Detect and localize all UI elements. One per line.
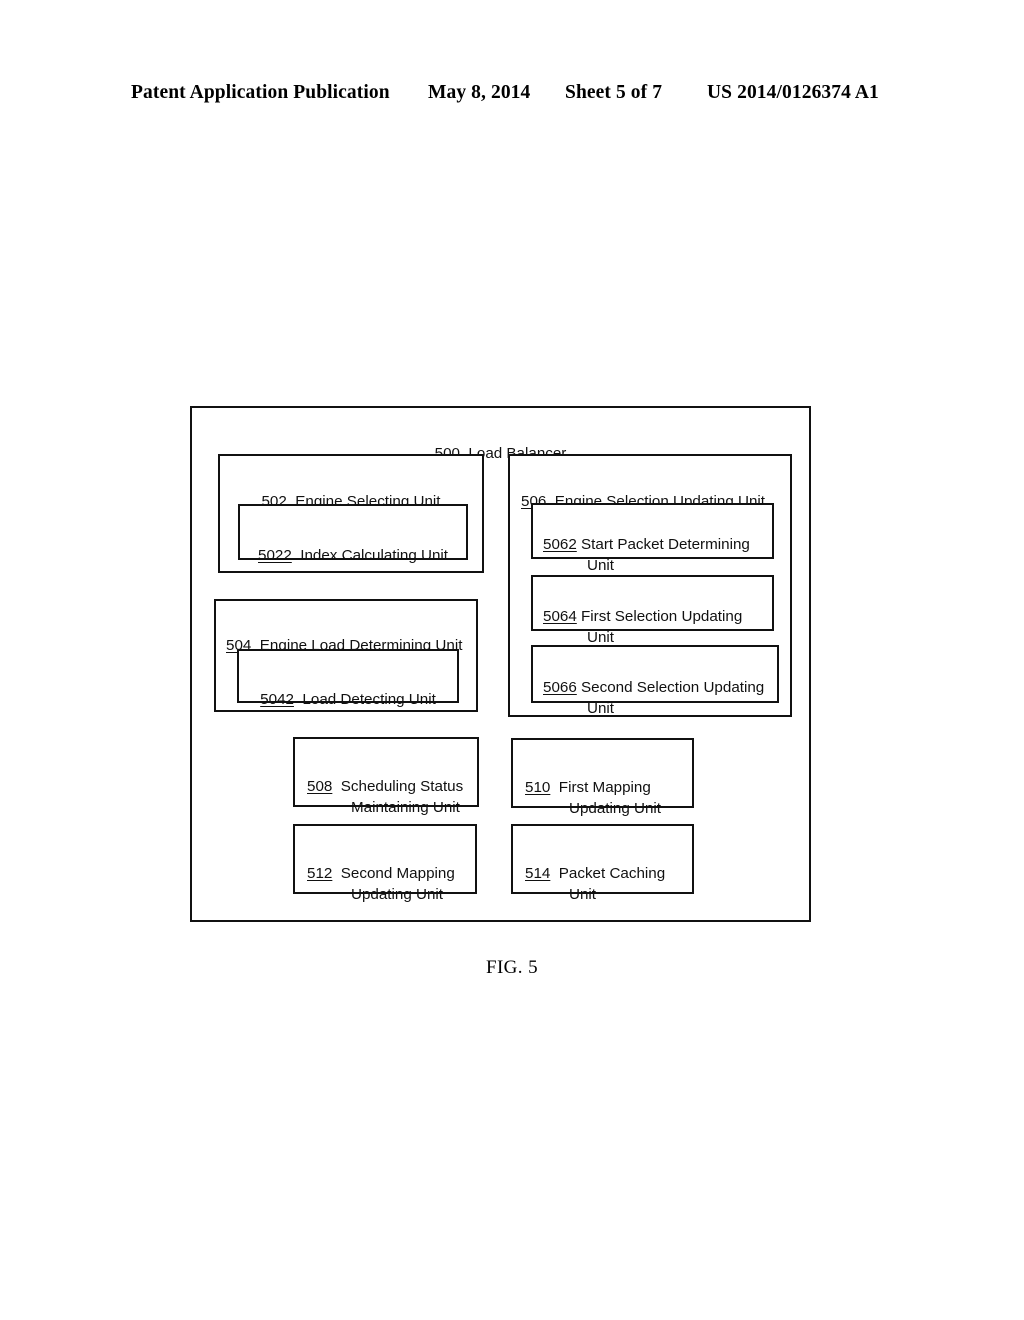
block-engine-selection-updating-unit: 506 Engine Selection Updating Unit 5062 … <box>508 454 792 717</box>
block-second-mapping-updating-unit: 512 Second Mapping Updating Unit <box>293 824 477 903</box>
ref-number-5062: 5062 <box>543 535 577 553</box>
block-scheduling-status-maintaining-unit: 508 Scheduling Status Maintaining Unit <box>293 737 479 816</box>
label-text-514-line2: Unit <box>569 886 597 903</box>
label-text-512-line2: Updating Unit <box>351 886 444 903</box>
label-text-5022: Index Calculating Unit <box>300 546 448 564</box>
label-text-508-line1: Scheduling Status <box>340 777 464 795</box>
ref-number-508: 508 <box>307 777 333 795</box>
label-text-512-line1: Second Mapping <box>340 864 455 882</box>
block-index-calculating-unit-label: 5022 Index Calculating Unit <box>240 523 466 566</box>
label-text-514-line1: Packet Caching <box>558 864 666 882</box>
block-load-detecting-unit-label: 5042 Load Detecting Unit <box>239 667 457 710</box>
block-first-selection-updating-unit: 5064 First Selection Updating Unit <box>531 575 774 646</box>
label-text-5064-line1: First Selection Updating <box>581 607 743 625</box>
label-text-5062-line1: Start Packet Determining <box>581 535 750 553</box>
label-text-508-line2: Maintaining Unit <box>351 799 460 816</box>
block-second-selection-updating-unit: 5066 Second Selection Updating Unit <box>531 645 779 717</box>
block-engine-selecting-unit: 502 Engine Selecting Unit 5022 Index Cal… <box>218 454 484 573</box>
label-text-5042: Load Detecting Unit <box>302 690 436 708</box>
label-text-5062-line2: Unit <box>587 557 615 574</box>
block-second-mapping-updating-unit-label: 512 Second Mapping Updating Unit <box>307 841 455 927</box>
ref-number-5064: 5064 <box>543 607 577 625</box>
block-load-balancer: 500 Load Balancer 502 Engine Selecting U… <box>190 406 811 922</box>
block-first-mapping-updating-unit: 510 First Mapping Updating Unit <box>511 738 694 817</box>
block-index-calculating-unit: 5022 Index Calculating Unit <box>238 504 468 564</box>
label-text-510-line1: First Mapping <box>558 778 651 796</box>
block-packet-caching-unit: 514 Packet Caching Unit <box>511 824 694 903</box>
block-load-detecting-unit: 5042 Load Detecting Unit <box>237 649 459 708</box>
ref-number-5042: 5042 <box>260 690 294 708</box>
label-text-5066-line1: Second Selection Updating <box>581 678 765 696</box>
block-second-selection-updating-unit-label: 5066 Second Selection Updating Unit <box>543 655 764 741</box>
block-start-packet-determining-unit: 5062 Start Packet Determining Unit <box>531 503 774 574</box>
patent-figure-5: 500 Load Balancer 502 Engine Selecting U… <box>0 0 1024 1320</box>
label-text-510-line2: Updating Unit <box>569 800 662 817</box>
ref-number-5066: 5066 <box>543 678 577 696</box>
block-packet-caching-unit-label: 514 Packet Caching Unit <box>525 841 665 927</box>
label-text-5066-line2: Unit <box>587 700 615 717</box>
ref-number-510: 510 <box>525 778 551 796</box>
block-engine-load-determining-unit: 504 Engine Load Determining Unit 5042 Lo… <box>214 599 478 712</box>
ref-number-514: 514 <box>525 864 551 882</box>
ref-number-512: 512 <box>307 864 333 882</box>
figure-caption: FIG. 5 <box>485 957 538 978</box>
ref-number-5022: 5022 <box>258 546 292 564</box>
